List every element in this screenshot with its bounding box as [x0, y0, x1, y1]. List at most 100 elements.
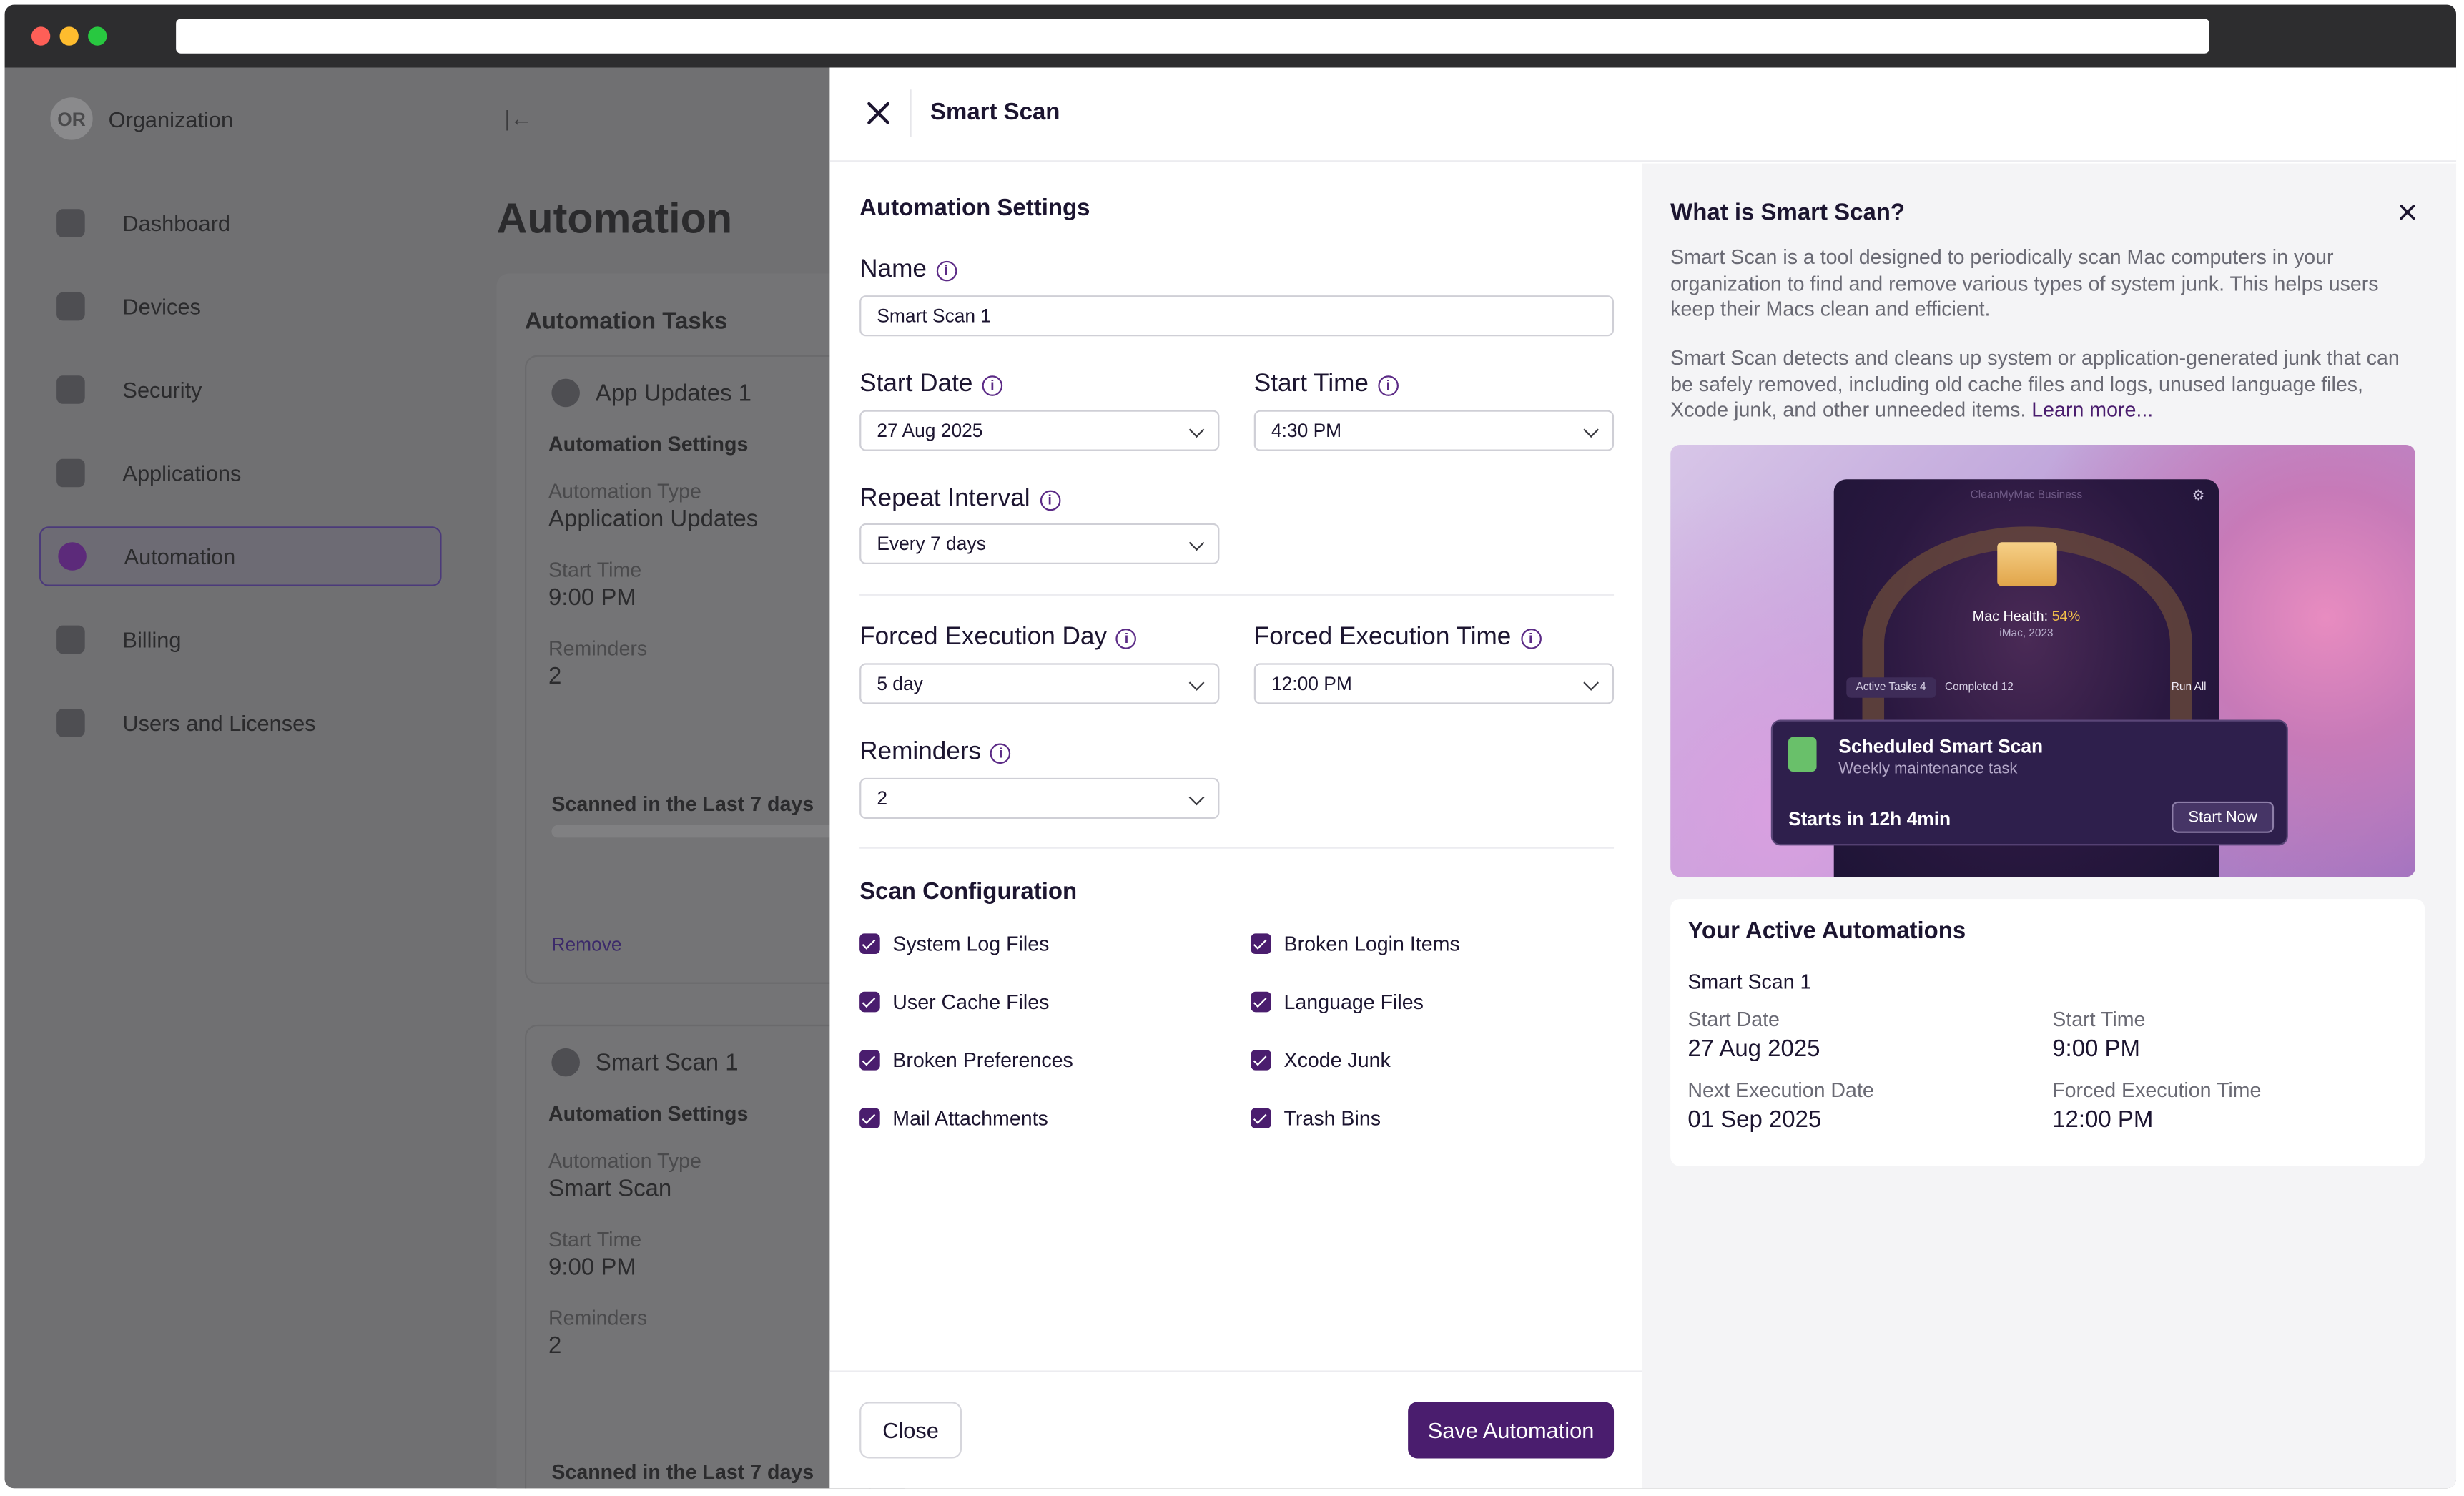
start-now-button: Start Now [2172, 801, 2275, 833]
header-divider [910, 89, 912, 137]
mac-health-value: 54% [2051, 608, 2081, 624]
folder-icon [1997, 542, 2057, 586]
sidebar-item-devices[interactable]: Devices [39, 277, 442, 337]
chevron-down-icon [1188, 675, 1205, 691]
info-icon[interactable]: i [1039, 489, 1060, 511]
address-bar[interactable] [176, 19, 2209, 54]
users-icon [56, 709, 85, 737]
start-date-value: 27 Aug 2025 [877, 419, 983, 442]
reminders-select[interactable]: 2 [859, 777, 1220, 820]
start-date-label: Start Date i [859, 370, 1003, 400]
reminders-label: Reminders i [859, 739, 1011, 767]
chevron-down-icon [1188, 422, 1205, 438]
maximize-window-icon[interactable] [88, 26, 107, 46]
checkbox-label: Broken Preferences [892, 1048, 1073, 1072]
info-icon[interactable]: i [1378, 375, 1399, 395]
tab-completed: Completed 12 [1936, 677, 2023, 698]
notification-subtitle: Weekly maintenance task [1838, 760, 2018, 778]
start-date-picker[interactable]: 27 Aug 2025 [859, 410, 1220, 451]
chevron-down-icon [1583, 675, 1600, 691]
forced-execution-time-label: Forced Execution Time i [1253, 624, 1542, 652]
sidebar-item-billing[interactable]: Billing [39, 610, 442, 670]
collapse-sidebar-icon[interactable]: |← [504, 105, 532, 130]
checkbox-xcode-junk[interactable]: Xcode Junk [1251, 1048, 1391, 1072]
chevron-down-icon [1188, 535, 1205, 551]
checkbox-system-log-files[interactable]: System Log Files [859, 932, 1049, 955]
drawer-footer: Close Save Automation [829, 1370, 1642, 1489]
close-icon[interactable] [2396, 201, 2418, 223]
run-all-label: Run All [2171, 681, 2207, 694]
forced-execution-day-select[interactable]: 5 day [859, 663, 1220, 704]
checkbox-label: Trash Bins [1283, 1106, 1381, 1131]
forced-execution-time-select[interactable]: 12:00 PM [1253, 663, 1615, 704]
task-card-app-updates: App Updates 1 Automation Settings Automa… [525, 355, 871, 984]
checkbox-broken-preferences[interactable]: Broken Preferences [859, 1048, 1073, 1072]
task-name: Smart Scan 1 [595, 1048, 739, 1076]
checkbox-checked-icon [1251, 1050, 1271, 1071]
tab-label: Active Tasks [1856, 681, 1917, 694]
info-icon[interactable]: i [982, 375, 1003, 395]
info-icon[interactable]: i [990, 742, 1011, 763]
next-execution-date-value: 01 Sep 2025 [1687, 1106, 1822, 1133]
checkbox-language-files[interactable]: Language Files [1251, 990, 1424, 1014]
sidebar-item-label: Users and Licenses [122, 710, 316, 736]
sidebar-nav: Dashboard Devices Security Applications … [39, 193, 442, 776]
automation-type-value: Application Updates [548, 506, 759, 533]
remove-link[interactable]: Remove [551, 933, 621, 955]
close-icon[interactable] [861, 96, 895, 130]
checkbox-mail-attachments[interactable]: Mail Attachments [859, 1106, 1048, 1130]
forced-execution-time-label: Forced Execution Time [2052, 1078, 2262, 1102]
sidebar-item-users-and-licenses[interactable]: Users and Licenses [39, 693, 442, 753]
checkbox-broken-login-items[interactable]: Broken Login Items [1251, 932, 1460, 955]
name-input[interactable]: Smart Scan 1 [859, 295, 1615, 337]
sidebar-item-security[interactable]: Security [39, 360, 442, 420]
page-title: Automation [496, 195, 733, 242]
tab-label: Completed [1944, 681, 1999, 694]
save-automation-button[interactable]: Save Automation [1408, 1402, 1615, 1459]
checkbox-trash-bins[interactable]: Trash Bins [1251, 1106, 1381, 1130]
start-time-label-text: Start Time [1253, 370, 1369, 398]
checkbox-checked-icon [859, 1108, 880, 1128]
shield-icon [56, 375, 85, 404]
devices-icon [56, 292, 85, 321]
sidebar-item-applications[interactable]: Applications [39, 443, 442, 503]
chevron-down-icon [1188, 789, 1205, 806]
organization-switcher[interactable]: OR Organization [50, 97, 233, 140]
sidebar-item-automation[interactable]: Automation [39, 526, 442, 586]
reminders-label: Reminders [548, 636, 648, 661]
minimize-window-icon[interactable] [59, 26, 79, 46]
automation-type-value: Smart Scan [548, 1175, 672, 1203]
task-header: Smart Scan 1 [551, 1048, 739, 1077]
billing-icon [56, 625, 85, 654]
start-time-select[interactable]: 4:30 PM [1253, 410, 1615, 451]
info-icon[interactable]: i [936, 260, 957, 281]
section-divider [859, 594, 1615, 596]
checkbox-label: Language Files [1283, 990, 1424, 1014]
learn-more-link[interactable]: Learn more... [2031, 398, 2153, 421]
task-settings-title: Automation Settings [548, 1101, 749, 1126]
start-time-label: Start Time [548, 1227, 642, 1251]
info-icon[interactable]: i [1520, 627, 1542, 649]
dashboard-icon [56, 209, 85, 237]
close-button[interactable]: Close [859, 1402, 962, 1459]
notification-countdown: Starts in 12h 4min [1788, 807, 1951, 830]
checkbox-user-cache-files[interactable]: User Cache Files [859, 990, 1049, 1014]
info-icon[interactable]: i [1116, 627, 1137, 649]
reminders-label-text: Reminders [859, 738, 982, 766]
sidebar-item-label: Devices [122, 293, 201, 320]
smart-scan-info-panel: What is Smart Scan? Smart Scan is a tool… [1642, 163, 2457, 1489]
reminders-value: 2 [548, 663, 562, 690]
automation-tasks-title: Automation Tasks [525, 307, 728, 335]
start-date-label-text: Start Date [859, 370, 973, 398]
scanned-label: Scanned in the Last 7 days [551, 792, 814, 816]
repeat-interval-select[interactable]: Every 7 days [859, 523, 1220, 564]
app-updates-icon [551, 378, 580, 408]
close-window-icon[interactable] [31, 26, 51, 46]
sidebar-item-dashboard[interactable]: Dashboard [39, 193, 442, 253]
forced-execution-time-label-text: Forced Execution Time [1253, 624, 1512, 651]
name-input-value: Smart Scan 1 [877, 305, 992, 328]
name-label-text: Name [859, 256, 927, 283]
forced-execution-time-value: 12:00 PM [1271, 672, 1352, 695]
forced-execution-time-value: 12:00 PM [2052, 1106, 2154, 1133]
start-time-value: 9:00 PM [548, 584, 636, 611]
